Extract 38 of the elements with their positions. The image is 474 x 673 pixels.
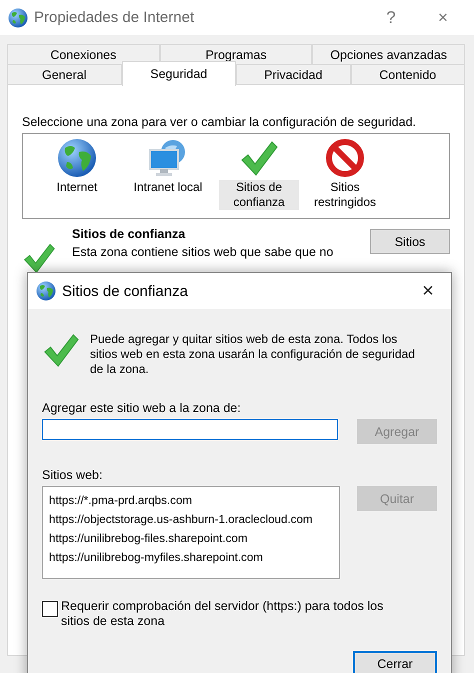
checkmark-icon xyxy=(22,241,56,275)
field-label: Agregar este sitio web a la zona de: xyxy=(42,401,242,415)
close-button[interactable]: × xyxy=(413,280,443,302)
tab[interactable]: Contenido xyxy=(350,64,465,84)
website-item[interactable]: https://objectstorage.us-ashburn-1.oraclecloud.com xyxy=(49,510,339,529)
tab[interactable]: General xyxy=(7,64,122,84)
zone-item[interactable]: Sitios de confianza xyxy=(219,180,299,210)
zone-description: Esta zona contiene sitios web que sabe que no xyxy=(72,244,334,260)
prohibited-icon xyxy=(325,138,365,178)
tab[interactable]: Privacidad xyxy=(236,64,350,84)
websites-list[interactable]: https://*.pma-prd.arqbs.com https://objectstorage.us-ashburn-1.oraclecloud.com https://unilibrebog-files.sharepoint.com https://unilibrebog-myfiles.sharepoint.com xyxy=(42,486,340,579)
tab[interactable]: Seguridad xyxy=(122,61,236,86)
instruction-text: Seleccione una zona para ver o cambiar la configuración de seguridad. xyxy=(22,115,417,129)
app-icon xyxy=(8,8,28,28)
close-dialog-button[interactable]: Cerrar xyxy=(353,651,437,673)
window-title: Propiedades de Internet xyxy=(34,9,196,26)
tab[interactable]: Programas xyxy=(160,44,312,64)
website-item[interactable]: https://unilibrebog-files.sharepoint.com xyxy=(49,529,339,548)
checkbox[interactable] xyxy=(42,601,58,617)
tab[interactable]: Conexiones xyxy=(7,44,160,64)
zone-item[interactable]: Intranet local xyxy=(130,180,206,195)
globe-icon xyxy=(57,138,97,178)
close-button[interactable]: × xyxy=(420,8,466,28)
help-button[interactable]: ? xyxy=(368,8,414,28)
app-icon xyxy=(36,281,56,301)
zone-item[interactable]: Internet xyxy=(54,180,100,195)
dialog-title: Sitios de confianza xyxy=(62,282,189,300)
list-label: Sitios web: xyxy=(42,468,104,482)
zone-title: Sitios de confianza xyxy=(72,227,186,241)
checkmark-icon xyxy=(42,331,80,369)
zone-item[interactable]: Sitios restringidos xyxy=(305,180,385,210)
website-input-field[interactable] xyxy=(42,419,338,440)
checkbox-label[interactable]: Requerir comprobación del servidor (https:) para todos los sitios de esta zona xyxy=(61,599,401,629)
sites-button[interactable]: Sitios xyxy=(370,229,450,254)
website-item[interactable]: https://*.pma-prd.arqbs.com xyxy=(49,491,339,510)
tab[interactable]: Opciones avanzadas xyxy=(312,44,466,64)
dialog-description: Puede agregar y quitar sitios web de esta zona. Todos los sitios web en esta zona usarán la configuración de seguridad de la zona. xyxy=(90,331,415,377)
website-item[interactable]: https://unilibrebog-myfiles.sharepoint.com xyxy=(49,548,339,567)
